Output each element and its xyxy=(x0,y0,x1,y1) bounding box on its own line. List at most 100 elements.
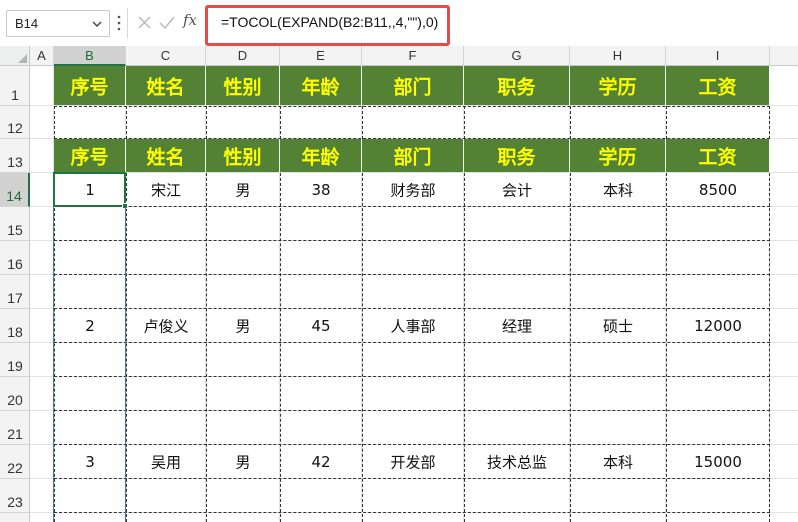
table-header-row-13: 序号 姓名 性别 年龄 部门 职务 学历 工资 xyxy=(54,139,770,172)
header-label: 职务 xyxy=(497,146,536,168)
row-header-19[interactable]: 19 xyxy=(0,343,30,377)
header-label: 部门 xyxy=(393,146,432,168)
header-cell-2[interactable]: 姓名 xyxy=(126,139,206,172)
row-header-12[interactable]: 12 xyxy=(0,106,30,139)
row-header-13[interactable]: 13 xyxy=(0,139,30,173)
data-cell-4[interactable]: 42 xyxy=(280,445,362,479)
cell-value: 15000 xyxy=(694,453,742,471)
header-cell-3[interactable]: 性别 xyxy=(206,66,280,105)
column-header-e[interactable]: E xyxy=(280,46,362,66)
header-cell-5[interactable]: 部门 xyxy=(362,139,464,172)
column-header-c[interactable]: C xyxy=(126,46,206,66)
row-header-17[interactable]: 17 xyxy=(0,275,30,309)
data-cell-4[interactable]: 45 xyxy=(280,309,362,343)
cell-value: 卢俊义 xyxy=(143,317,189,336)
header-cell-8[interactable]: 工资 xyxy=(666,139,770,172)
row-header-label: 19 xyxy=(7,358,23,374)
more-options-icon[interactable] xyxy=(116,14,122,32)
data-cell-5[interactable]: 财务部 xyxy=(362,173,464,207)
cell-border-h xyxy=(54,376,770,377)
header-label: 序号 xyxy=(70,146,109,168)
header-cell-7[interactable]: 学历 xyxy=(570,139,666,172)
column-header-f[interactable]: F xyxy=(362,46,464,66)
data-cell-6[interactable]: 技术总监 xyxy=(464,445,570,479)
row-header-16[interactable]: 16 xyxy=(0,241,30,275)
cell-border-h xyxy=(54,106,770,107)
header-label: 部门 xyxy=(393,76,432,98)
column-header-a[interactable]: A xyxy=(30,46,54,66)
header-cell-1[interactable]: 序号 xyxy=(54,66,126,105)
worksheet-grid[interactable]: 序号 姓名 性别 年龄 部门 职务 学历 工资 序号 姓名 性别 年龄 部门 职务 学历 工资 1 宋江男 38 财务… xyxy=(30,66,798,522)
data-cell-7[interactable]: 硕士 xyxy=(570,309,666,343)
formula-bar: B14 fx =TOCOL(EXPAND(B2:B11,,4,""),0) xyxy=(0,0,798,46)
row-header-label: 20 xyxy=(7,392,23,408)
formula-input[interactable]: =TOCOL(EXPAND(B2:B11,,4,""),0) xyxy=(221,14,438,30)
formula-bar-divider xyxy=(127,8,128,38)
column-header-d[interactable]: D xyxy=(206,46,280,66)
data-cell-8[interactable]: 8500 xyxy=(666,173,770,207)
data-cell-2[interactable]: 卢俊义 xyxy=(126,309,206,343)
data-cell-5[interactable]: 开发部 xyxy=(362,445,464,479)
header-cell-4[interactable]: 年龄 xyxy=(280,66,362,105)
header-cell-8[interactable]: 工资 xyxy=(666,66,770,105)
header-cell-4[interactable]: 年龄 xyxy=(280,139,362,172)
cell-value: 人事部 xyxy=(390,317,436,336)
cell-value: 42 xyxy=(311,453,331,471)
row-header-18[interactable]: 18 xyxy=(0,309,30,343)
data-cell-1[interactable]: 3 xyxy=(54,445,126,479)
cell-border-v xyxy=(54,106,55,139)
cancel-icon[interactable] xyxy=(137,15,152,30)
cell-value: 45 xyxy=(311,317,331,335)
column-header-h[interactable]: H xyxy=(570,46,666,66)
cell-value: 本科 xyxy=(602,181,633,200)
data-cell-6[interactable]: 会计 xyxy=(464,173,570,207)
data-cell-3[interactable]: 男 xyxy=(206,445,280,479)
column-header-g[interactable]: G xyxy=(464,46,570,66)
data-cell-5[interactable]: 人事部 xyxy=(362,309,464,343)
header-label: 姓名 xyxy=(146,76,185,98)
header-label: 职务 xyxy=(497,76,536,98)
row-header-20[interactable]: 20 xyxy=(0,377,30,411)
check-icon[interactable] xyxy=(158,15,176,30)
row-header-22[interactable]: 22 xyxy=(0,445,30,479)
row-header-23[interactable]: 23 xyxy=(0,479,30,513)
row-header-15[interactable]: 15 xyxy=(0,207,30,241)
row-header-14[interactable]: 14 xyxy=(0,173,30,207)
cell-value: 男 xyxy=(235,181,251,200)
header-cell-5[interactable]: 部门 xyxy=(362,66,464,105)
data-cell-3[interactable]: 男 xyxy=(206,173,280,207)
data-cell-8[interactable]: 15000 xyxy=(666,445,770,479)
cell-value: 宋江 xyxy=(150,181,181,200)
header-cell-6[interactable]: 职务 xyxy=(464,66,570,105)
data-cell-3[interactable]: 男 xyxy=(206,309,280,343)
data-cell-2[interactable]: 宋江 xyxy=(126,173,206,207)
column-header-b[interactable]: B xyxy=(54,46,126,66)
header-cell-7[interactable]: 学历 xyxy=(570,66,666,105)
selected-cell[interactable] xyxy=(53,172,126,207)
row-header-1[interactable]: 1 xyxy=(0,66,30,106)
row-header-label: 21 xyxy=(7,426,23,442)
data-cell-4[interactable]: 38 xyxy=(280,173,362,207)
data-cell-7[interactable]: 本科 xyxy=(570,445,666,479)
data-cell-8[interactable]: 12000 xyxy=(666,309,770,343)
column-header-i[interactable]: I xyxy=(666,46,770,66)
cell-value: 硕士 xyxy=(602,317,633,336)
insert-function-icon[interactable]: fx xyxy=(183,11,197,29)
header-cell-3[interactable]: 性别 xyxy=(206,139,280,172)
data-cell-6[interactable]: 经理 xyxy=(464,309,570,343)
name-box[interactable]: B14 xyxy=(6,10,110,37)
spill-range-border xyxy=(125,207,126,522)
chevron-down-icon[interactable] xyxy=(91,18,103,30)
cell-value: 本科 xyxy=(602,453,633,472)
row-header-21[interactable]: 21 xyxy=(0,411,30,445)
cell-border-v xyxy=(570,106,571,139)
cell-border-v xyxy=(206,106,207,139)
data-cell-7[interactable]: 本科 xyxy=(570,173,666,207)
data-cell-2[interactable]: 吴用 xyxy=(126,445,206,479)
header-cell-1[interactable]: 序号 xyxy=(54,139,126,172)
header-cell-2[interactable]: 姓名 xyxy=(126,66,206,105)
row-header-label: 16 xyxy=(7,256,23,272)
header-cell-6[interactable]: 职务 xyxy=(464,139,570,172)
select-all-button[interactable] xyxy=(0,46,30,66)
data-cell-1[interactable]: 2 xyxy=(54,309,126,343)
